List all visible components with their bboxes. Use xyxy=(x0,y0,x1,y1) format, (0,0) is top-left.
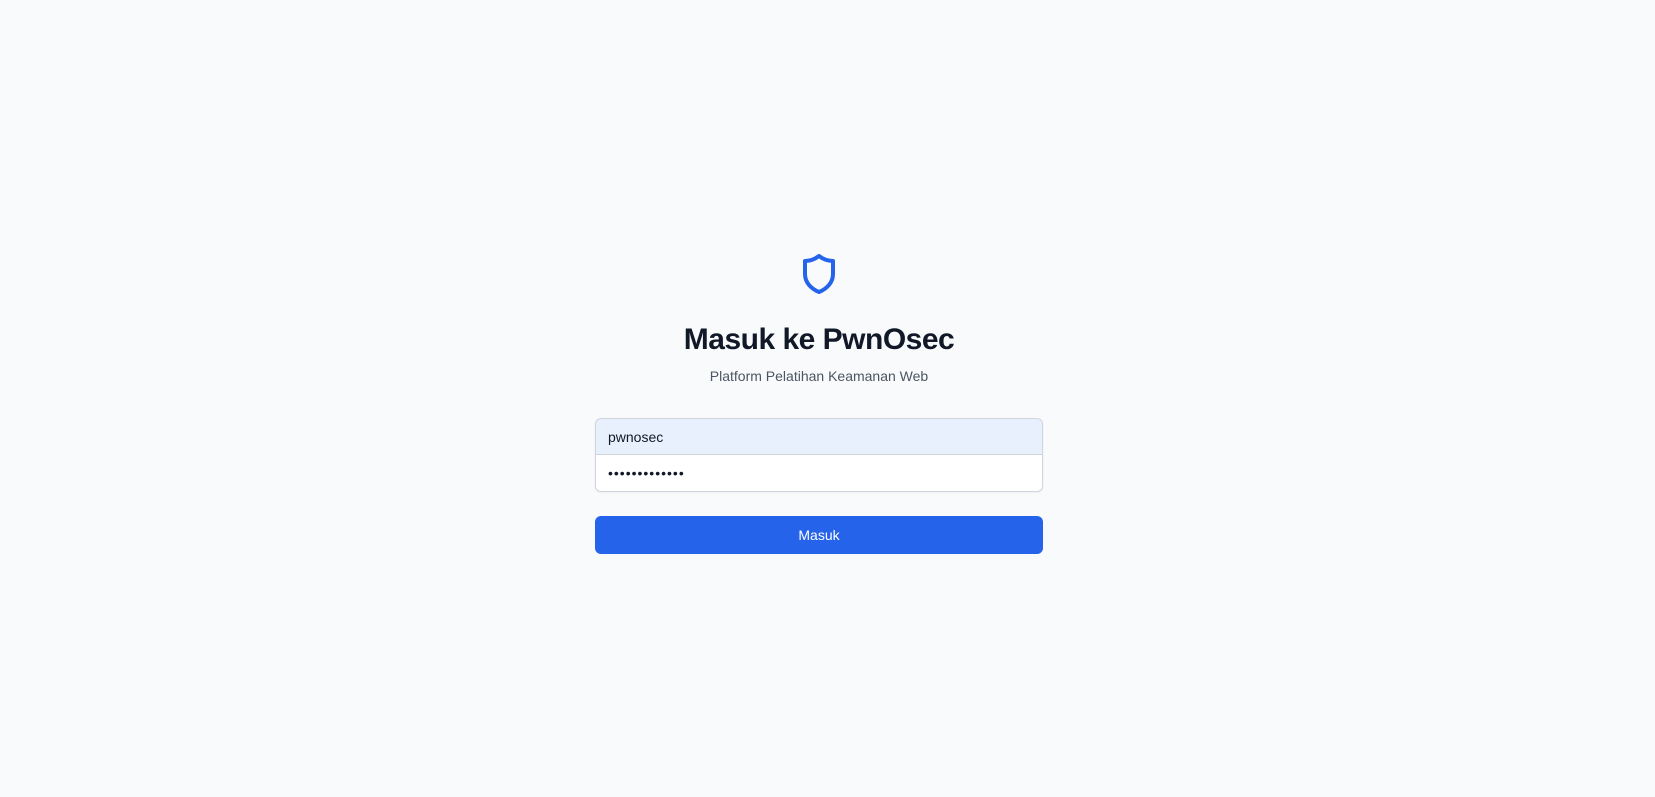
username-input[interactable] xyxy=(595,418,1043,455)
password-input[interactable] xyxy=(595,455,1043,492)
login-form: Masuk xyxy=(595,418,1043,554)
page-title: Masuk ke PwnOsec xyxy=(683,323,955,356)
credentials-group xyxy=(595,418,1043,492)
login-container: Masuk ke PwnOsec Platform Pelatihan Keam… xyxy=(595,250,1043,554)
page-subtitle: Platform Pelatihan Keamanan Web xyxy=(709,368,929,384)
login-button[interactable]: Masuk xyxy=(595,516,1043,554)
shield-icon xyxy=(803,254,835,294)
login-page: Masuk ke PwnOsec Platform Pelatihan Keam… xyxy=(0,0,1655,797)
